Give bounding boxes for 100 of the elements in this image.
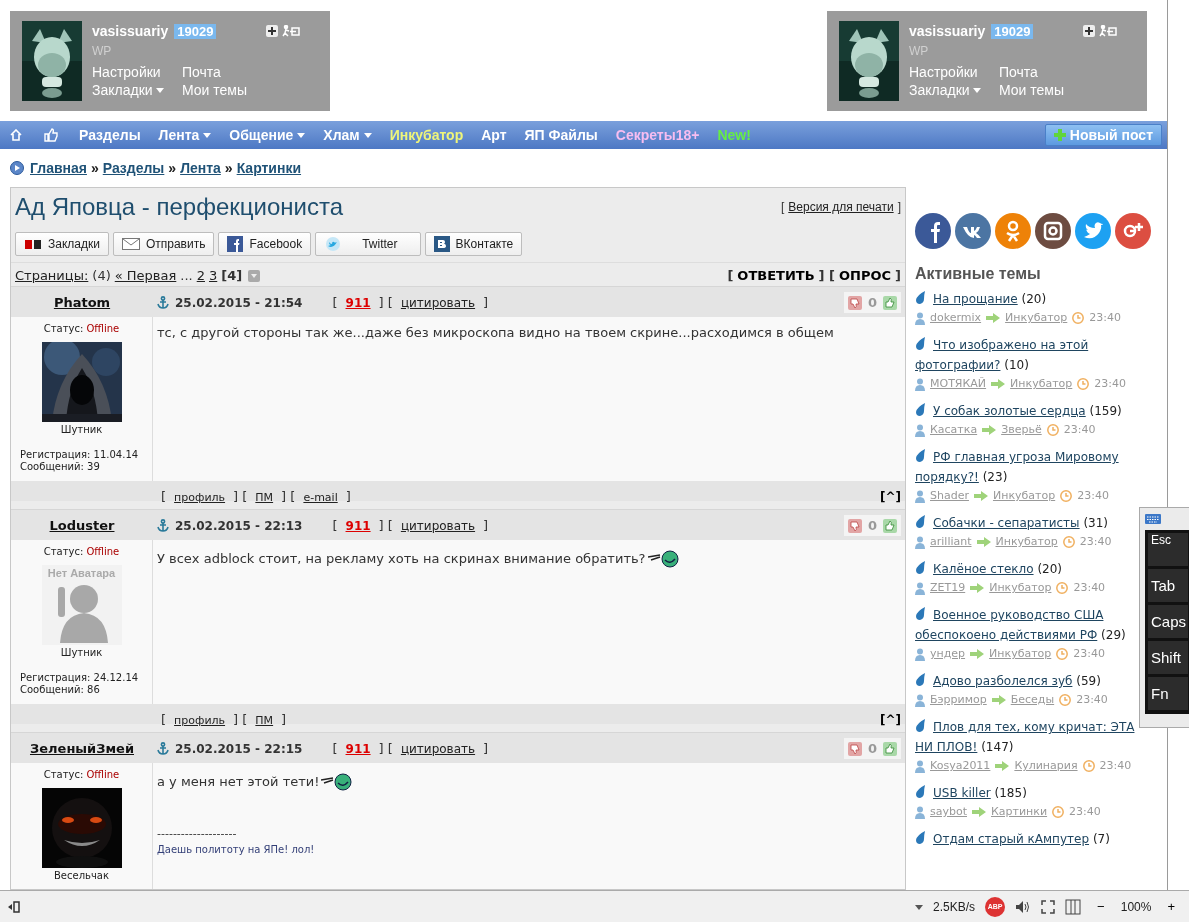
- topic-link[interactable]: Калёное стекло (20): [915, 559, 1062, 579]
- arrow-icon: [972, 807, 986, 817]
- post-number-link[interactable]: 911: [345, 296, 371, 310]
- topic-time: 23:40: [1094, 376, 1126, 392]
- topic-time: 23:40: [1063, 422, 1096, 438]
- add-icon[interactable]: [266, 25, 278, 37]
- link[interactable]: профиль: [174, 491, 226, 504]
- no-avatar-drawing: Нет Аватара: [41, 565, 122, 645]
- link[interactable]: 3: [209, 268, 218, 283]
- dislike-icon[interactable]: [847, 741, 862, 756]
- arrow-icon: [991, 379, 1006, 389]
- points-badge: 19029: [991, 23, 1034, 39]
- share-button[interactable]: ВКонтакте: [424, 232, 523, 256]
- rating-count: 0: [867, 518, 877, 533]
- user-icon: [915, 647, 925, 661]
- author-link[interactable]: Phatom: [11, 287, 153, 318]
- separator-text: ] [: [377, 294, 394, 312]
- post-text: а у меня нет этой тети!: [157, 773, 320, 789]
- add-icon[interactable]: [1083, 25, 1095, 37]
- share-button[interactable]: Facebook: [218, 232, 312, 256]
- topic-link[interactable]: Военное руководство США обеспокоено действиями РФ (29): [915, 605, 1137, 645]
- fullscreen-icon[interactable]: [1041, 899, 1056, 914]
- clock-icon: [1052, 806, 1065, 818]
- action-link[interactable]: ОПРОС: [839, 268, 892, 283]
- post-date: 25.02.2015 - 22:15: [175, 741, 303, 756]
- topic-link[interactable]: USB killer (185): [915, 783, 1027, 803]
- network-speed: 2.5KB/s: [933, 899, 976, 914]
- like-icon[interactable]: [883, 518, 897, 533]
- topic-time: 23:40: [1073, 580, 1106, 596]
- page-menu-icon[interactable]: [248, 269, 261, 282]
- clock-icon: [1082, 760, 1095, 772]
- topic-link[interactable]: На прощание (20): [915, 289, 1047, 309]
- separator-text: ]: [897, 200, 901, 214]
- keyboard-key[interactable]: Shift: [1148, 641, 1188, 674]
- link[interactable]: ПМ: [255, 491, 274, 504]
- panel-icon[interactable]: [8, 900, 20, 913]
- plus-icon: [1053, 129, 1066, 142]
- keyboard-key[interactable]: Fn: [1148, 677, 1188, 710]
- link[interactable]: Страницы:: [15, 268, 89, 283]
- like-icon[interactable]: [883, 741, 897, 756]
- arrow-icon: [982, 425, 997, 435]
- link[interactable]: e-mail: [303, 491, 338, 504]
- like-icon[interactable]: [883, 295, 897, 310]
- topic-link[interactable]: Собачки - сепаратисты (31): [915, 513, 1109, 533]
- link[interactable]: 2: [196, 268, 205, 283]
- like-icon[interactable]: [44, 128, 58, 143]
- share-button[interactable]: Закладки: [15, 232, 109, 256]
- keyboard-key[interactable]: Tab: [1148, 569, 1188, 602]
- link[interactable]: Картинки: [236, 160, 302, 177]
- post-number-link[interactable]: 911: [345, 519, 371, 533]
- link[interactable]: « Первая: [114, 268, 177, 283]
- link[interactable]: цитировать: [400, 519, 476, 533]
- user-icon: [915, 759, 925, 773]
- action-link[interactable]: ОТВЕТИТЬ: [737, 268, 815, 283]
- zoom-out-button[interactable]: −: [1091, 899, 1111, 914]
- link[interactable]: цитировать: [400, 296, 476, 310]
- link[interactable]: Лента: [180, 160, 221, 177]
- link[interactable]: Разделы: [102, 160, 165, 177]
- home-icon[interactable]: [10, 129, 22, 142]
- anchor-icon[interactable]: [157, 296, 169, 309]
- keyboard-key[interactable]: Esc: [1148, 533, 1188, 566]
- status-text: Статус: Offline: [43, 769, 120, 780]
- share-button[interactable]: Отправить: [112, 232, 215, 256]
- anchor-icon[interactable]: [157, 519, 169, 532]
- dislike-icon[interactable]: [847, 295, 862, 310]
- user-icon: [915, 805, 925, 819]
- topic-time: 23:40: [1077, 488, 1109, 504]
- facebook-icon[interactable]: [915, 213, 951, 249]
- topic-link[interactable]: РФ главная угроза Мировому порядку?! (23): [915, 447, 1137, 487]
- link[interactable]: профиль: [174, 714, 226, 727]
- topic-time: 23:40: [1099, 758, 1132, 774]
- keyboard-key[interactable]: Caps: [1148, 605, 1188, 638]
- zoom-in-button[interactable]: +: [1161, 899, 1181, 914]
- topic-link[interactable]: У собак золотые сердца (159): [915, 401, 1122, 421]
- instagram-icon[interactable]: [1035, 213, 1071, 249]
- topic-link[interactable]: Адово разболелся зуб (59): [915, 671, 1101, 691]
- keyboard-icon[interactable]: [1145, 514, 1161, 524]
- dislike-icon[interactable]: [847, 518, 862, 533]
- points-badge: 19029: [174, 23, 217, 39]
- speaker-icon[interactable]: [1015, 899, 1032, 914]
- topic-link[interactable]: Что изображено на этой фотографии? (10): [915, 335, 1137, 375]
- link[interactable]: Главная: [30, 160, 87, 177]
- author-link[interactable]: Loduster: [11, 510, 153, 541]
- share-button[interactable]: Twitter: [315, 232, 421, 256]
- topic-link[interactable]: Отдам старый кАмпутер (7): [915, 829, 1110, 849]
- link[interactable]: ПМ: [255, 714, 274, 727]
- scroll-top-link[interactable]: [^]: [879, 489, 901, 504]
- arrow-icon: [973, 491, 988, 501]
- author-link[interactable]: ЗеленыйЗмей: [11, 733, 153, 764]
- anchor-icon[interactable]: [157, 742, 169, 755]
- link[interactable]: цитировать: [400, 742, 476, 756]
- link[interactable]: Версия для печати: [788, 200, 894, 214]
- clock-icon: [1056, 582, 1069, 594]
- topic-link[interactable]: Плов для тех, кому кричат: ЭТА НИ ПЛОВ! (147): [915, 717, 1137, 757]
- post-number-link[interactable]: 911: [345, 742, 371, 756]
- play-icon: [10, 161, 24, 176]
- gplus-icon[interactable]: [1115, 213, 1151, 249]
- vk-icon[interactable]: [955, 213, 991, 249]
- scroll-top-link[interactable]: [^]: [879, 712, 901, 727]
- columns-icon[interactable]: [1065, 898, 1082, 915]
